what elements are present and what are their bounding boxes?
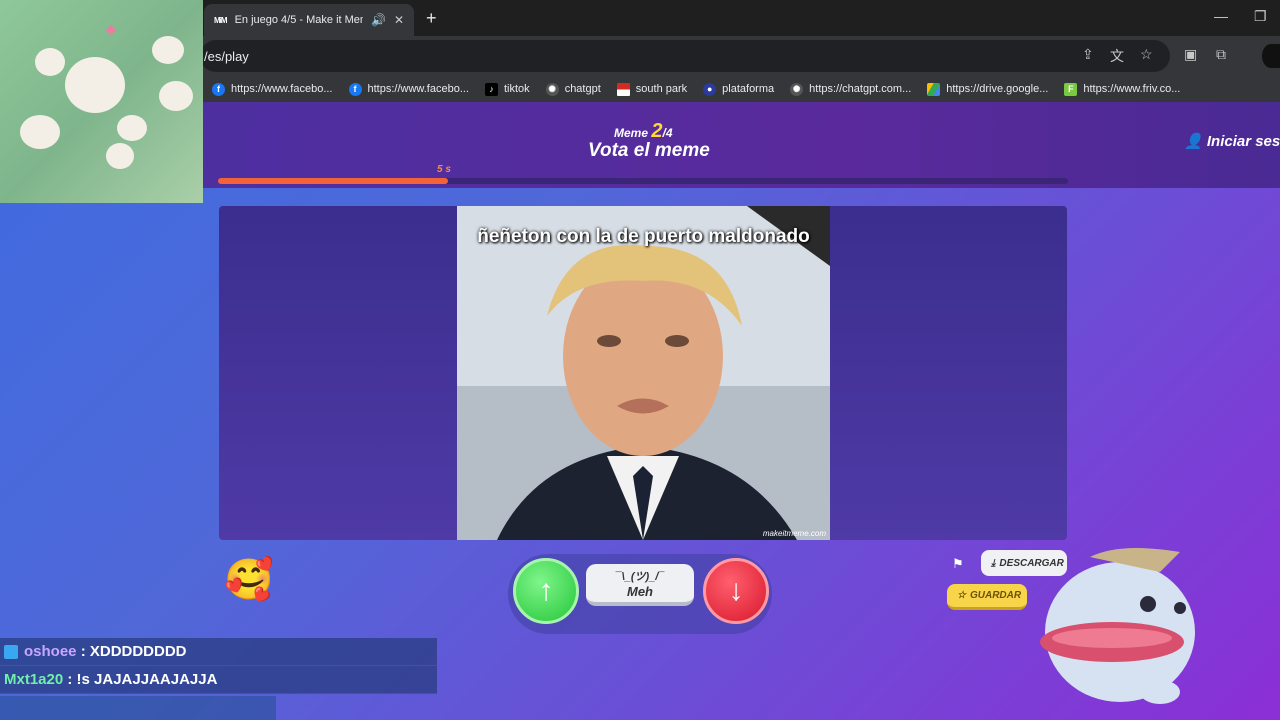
puzzle-extensions-icon[interactable]: ⧉ <box>1216 46 1226 63</box>
chat-input-strip <box>0 696 276 720</box>
meme-caption: ñeñeton con la de puerto maldonado <box>477 226 810 247</box>
address-bar[interactable]: /es/play <box>200 40 1170 72</box>
chat-username: oshoee <box>24 643 77 660</box>
tab-title: En juego 4/5 - Make it Meme <box>234 14 363 26</box>
meh-button[interactable]: ¯\_(ツ)_/¯ Meh <box>586 564 694 606</box>
bookmark-label: https://www.facebo... <box>367 83 470 95</box>
arrow-down-icon: ↓ <box>728 574 744 607</box>
meme-counter-current: 2 <box>651 120 663 142</box>
bookmark-item[interactable]: ✺ https://chatgpt.com... <box>790 82 912 96</box>
bookmark-item[interactable]: Fhttps://www.friv.co... <box>1064 82 1181 96</box>
platform-icon: ● <box>703 82 717 96</box>
speaker-icon[interactable]: 🔊 <box>371 13 386 27</box>
shrug-face: ¯\_(ツ)_/¯ <box>615 571 665 583</box>
timer-progress-fill <box>218 178 448 184</box>
makeitmeme-favicon-icon: MiM <box>214 15 228 25</box>
bookmark-label: https://www.facebo... <box>231 83 333 95</box>
chatgpt-icon: ✺ <box>790 82 804 96</box>
browser-tab[interactable]: MiM En juego 4/5 - Make it Meme 🔊 ✕ <box>204 4 414 36</box>
drive-icon <box>927 82 941 96</box>
bookmark-item[interactable]: ● plataforma <box>703 82 775 96</box>
friv-icon: F <box>1064 82 1078 96</box>
bookmark-item[interactable]: ♪ tiktok <box>485 82 530 96</box>
chat-message: Mxt1a20 : !s JAJAJJAAJAJJA <box>0 666 437 694</box>
install-app-icon[interactable]: ⇪ <box>1082 46 1094 63</box>
poro-herd-image <box>20 25 193 169</box>
bookmark-label: tiktok <box>504 83 530 95</box>
upvote-button[interactable]: ↑ <box>513 558 579 624</box>
login-label: Iniciar sesión <box>1206 133 1280 150</box>
minimize-icon[interactable]: — <box>1214 8 1228 24</box>
bookmark-label: https://drive.google... <box>946 83 1049 95</box>
save-button[interactable]: ☆ GUARDAR <box>947 584 1027 610</box>
chat-message: oshoee : XDDDDDDDD <box>0 638 437 666</box>
timer-label: 5 s <box>437 164 451 175</box>
bookmark-item[interactable]: f https://www.facebo... <box>348 82 470 96</box>
page-title: Vota el meme <box>588 140 710 161</box>
meme-stage: ñeñeton con la de puerto maldonado makei… <box>219 206 1067 540</box>
flag-icon <box>616 82 630 96</box>
report-flag-icon[interactable]: ⚑ <box>952 556 964 572</box>
meme-image: ñeñeton con la de puerto maldonado makei… <box>457 206 830 540</box>
restore-icon[interactable]: ❐ <box>1254 8 1267 25</box>
chat-text: : XDDDDDDDD <box>80 643 187 660</box>
extension-icon[interactable]: ▣ <box>1184 46 1197 63</box>
facebook-icon: f <box>212 82 225 96</box>
facebook-icon: f <box>348 82 362 96</box>
chat-username: Mxt1a20 <box>4 671 64 688</box>
stream-overlay-video <box>0 0 203 203</box>
bookmark-label: south park <box>635 83 688 95</box>
bookmark-item[interactable]: f https://www.facebo... <box>212 82 333 96</box>
poro-mascot-image <box>1040 548 1195 704</box>
save-label: GUARDAR <box>969 590 1022 601</box>
meme-counter-total: /4 <box>662 126 673 140</box>
profile-avatar[interactable] <box>1262 44 1280 68</box>
bookmark-item[interactable]: ✺ chatgpt <box>545 82 601 96</box>
meme-photo <box>457 206 830 540</box>
meme-counter-prefix: Meme <box>614 126 649 140</box>
bookmark-star-icon[interactable]: ☆ <box>1140 46 1153 63</box>
bookmark-label: plataforma <box>722 83 775 95</box>
address-url: /es/play <box>204 49 249 64</box>
stream-chat: oshoee : XDDDDDDDD Mxt1a20 : !s JAJAJJAA… <box>0 638 437 694</box>
chat-text: : !s JAJAJJAAJAJJA <box>67 671 218 688</box>
bookmark-label: https://www.friv.co... <box>1083 83 1181 95</box>
chat-badge-icon <box>4 644 18 659</box>
login-button[interactable]: 👤 Iniciar sesión <box>1184 132 1280 150</box>
tiktok-icon: ♪ <box>485 82 498 96</box>
bookmark-item[interactable]: https://drive.google... <box>927 82 1049 96</box>
game-header <box>200 102 1280 188</box>
bookmark-label: chatgpt <box>564 83 601 95</box>
timer-progress-bar <box>218 178 1068 184</box>
downvote-button[interactable]: ↓ <box>703 558 769 624</box>
user-icon: 👤 <box>1184 133 1203 150</box>
bookmark-label: https://chatgpt.com... <box>809 83 912 95</box>
emoji-reaction-icon[interactable]: 🥰 <box>224 556 274 603</box>
bookmark-item[interactable]: south park <box>616 82 688 96</box>
chatgpt-icon: ✺ <box>545 82 559 96</box>
meme-watermark: makeitmeme.com <box>762 529 826 538</box>
download-icon: ⤓ <box>991 557 996 569</box>
arrow-up-icon: ↑ <box>538 574 554 607</box>
new-tab-button[interactable]: + <box>426 8 437 29</box>
meh-label: Meh <box>627 584 653 599</box>
translate-icon[interactable]: 文 <box>1110 46 1124 66</box>
close-tab-icon[interactable]: ✕ <box>394 13 404 27</box>
star-icon: ☆ <box>957 590 966 601</box>
